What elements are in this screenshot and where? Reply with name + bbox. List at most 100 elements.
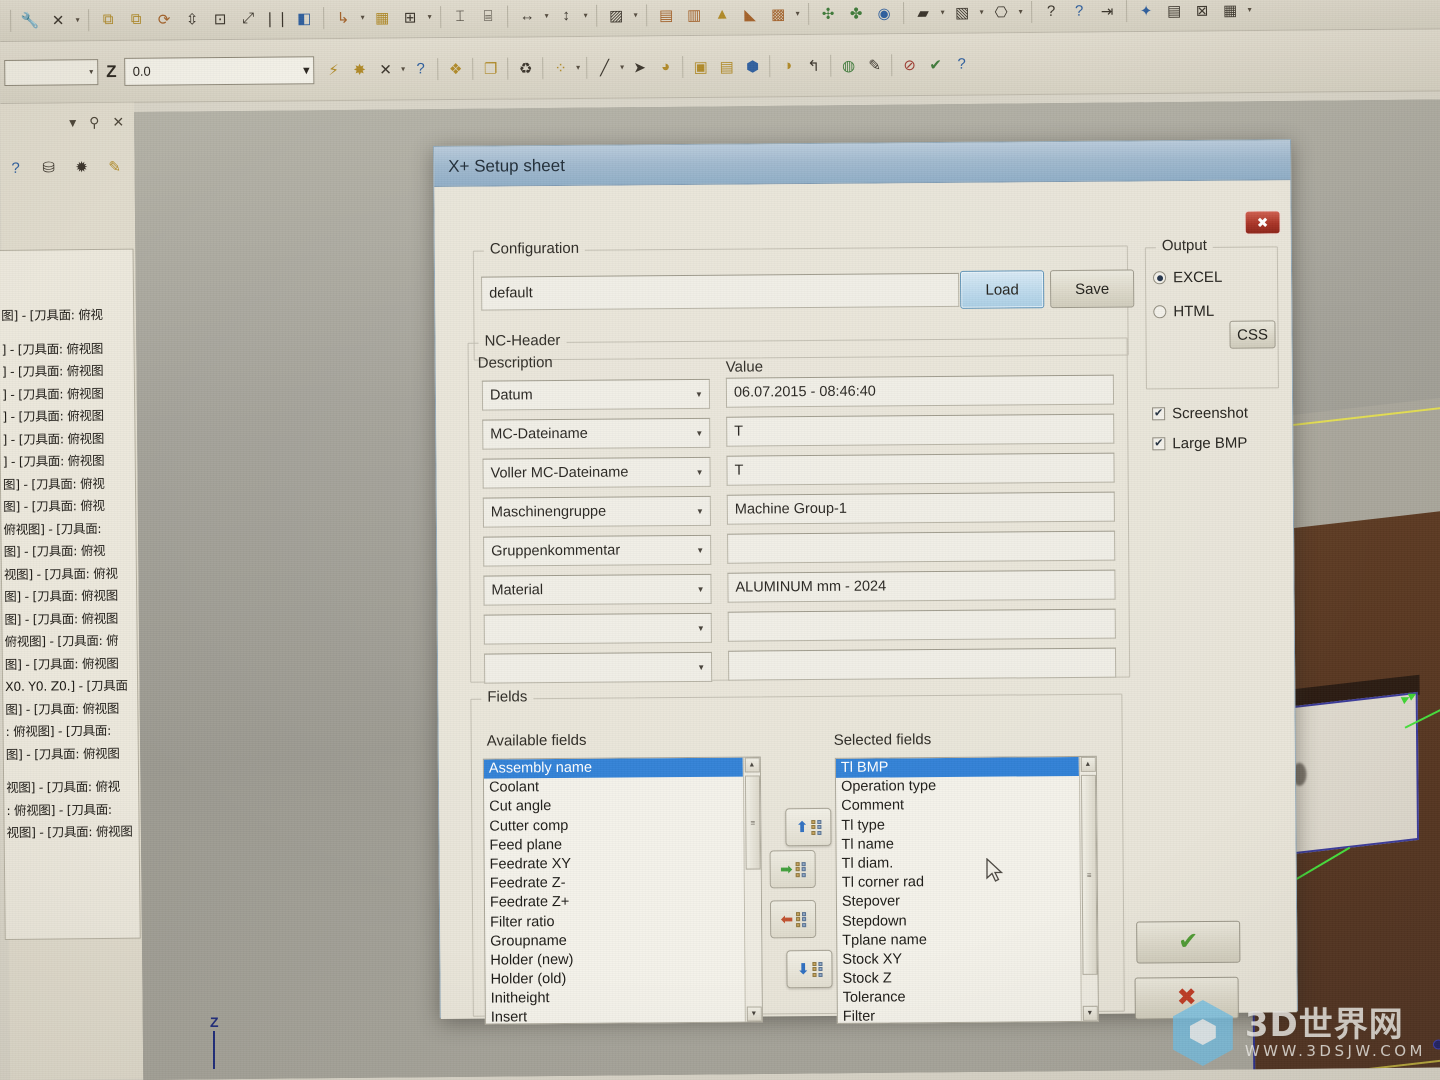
solid-boolean-icon[interactable]: ◑ [775, 53, 801, 79]
selected-field-item[interactable]: Operation type [836, 776, 1079, 797]
setup-sheet-dialog[interactable]: X+ Setup sheet ✖ Configuration default L… [433, 139, 1298, 1025]
selected-fields-scrollbar[interactable]: ▲ ≡ ▼ [1078, 756, 1098, 1021]
transform-translate-icon[interactable]: ⧉ [95, 6, 121, 32]
select-all-icon[interactable]: ❖ [443, 55, 469, 81]
selected-field-item[interactable]: Filter [838, 1006, 1081, 1023]
available-field-item[interactable]: Feedrate Z+ [485, 892, 744, 913]
solid-check-icon[interactable]: ◕ [653, 54, 679, 80]
chevron-down-icon[interactable]: ▾ [938, 8, 947, 17]
available-field-item[interactable]: Cutter comp [484, 815, 743, 836]
available-fields-scrollbar[interactable]: ▲ ≡ ▼ [742, 757, 762, 1022]
tree-item[interactable]: 图] - [刀具面: 俯视图 [2, 607, 136, 631]
selected-field-item[interactable]: Stock XY [837, 949, 1080, 970]
toolpath-operations-tree[interactable]: 图] - [刀具面: 俯视] - [刀具面: 俯视图] - [刀具面: 俯视图]… [0, 248, 141, 940]
edit-note-icon[interactable]: ✎ [862, 52, 888, 78]
selected-fields-items[interactable]: Tl BMP Operation type Comment Tl type Tl nam… [835, 756, 1081, 1023]
chevron-down-icon[interactable]: ▼ [696, 467, 704, 476]
clear-selection-icon[interactable]: ✕ [373, 56, 399, 82]
chevron-down-icon[interactable]: ▼ [695, 389, 703, 398]
question-mark-icon[interactable]: ? [1038, 0, 1064, 24]
stop-icon[interactable]: ⊘ [897, 51, 923, 77]
quick-mask-icon[interactable]: ⚡ [321, 56, 347, 82]
available-field-item[interactable]: Feedrate XY [485, 854, 744, 875]
chevron-down-icon[interactable]: ▾ [1016, 7, 1025, 16]
tree-item[interactable]: 视图] - [刀具面: 俯视图 [5, 821, 139, 845]
post-process-icon[interactable]: ✹ [69, 154, 95, 180]
analyze-icon[interactable]: ✦ [1133, 0, 1159, 24]
chevron-down-icon[interactable]: ▼ [695, 428, 703, 437]
chevron-down-icon[interactable]: ▾ [574, 63, 583, 72]
nc-header-value-input[interactable] [727, 647, 1117, 681]
tree-item[interactable]: 图] - [刀具面: 俯视 [2, 540, 136, 564]
radio-output-excel[interactable]: EXCEL [1153, 269, 1222, 287]
refresh-icon[interactable]: ♻ [513, 55, 539, 81]
checkbox-icon-checked[interactable]: ✔ [1152, 407, 1166, 421]
scroll-down-icon[interactable]: ▼ [746, 1006, 762, 1022]
confirm-icon[interactable]: ✔ [923, 51, 949, 77]
mirror-icon[interactable]: ⇳ [179, 6, 205, 32]
selected-field-item[interactable]: Tolerance [838, 987, 1081, 1008]
tree-item[interactable]: X0. Y0. Z0.] - [刀具面 [3, 675, 137, 699]
tree-item[interactable]: 视图] - [刀具面: 俯视 [2, 562, 136, 586]
nc-header-value-input[interactable]: T [726, 413, 1115, 447]
toolpath-pocket-icon[interactable]: ◣ [737, 1, 763, 27]
available-field-item[interactable]: Assembly name [483, 757, 743, 779]
stock-icon[interactable]: ▰ [910, 0, 936, 26]
toolpath-contour-icon[interactable]: ▥ [681, 1, 707, 27]
hatch-icon[interactable]: ▨ [603, 2, 629, 28]
select-duplicate-icon[interactable]: ❐ [478, 55, 504, 81]
scale-icon[interactable]: ⊡ [207, 5, 233, 31]
selected-field-item[interactable]: Stock Z [837, 968, 1080, 989]
available-field-item[interactable]: Coolant [484, 777, 743, 798]
tree-item[interactable]: 图] - [刀具面: 俯视图 [3, 652, 137, 676]
attribute-icon[interactable]: ⌸ [475, 3, 501, 29]
chevron-down-icon[interactable]: ▾ [399, 64, 408, 73]
selected-field-item[interactable]: Tplane name [837, 930, 1080, 951]
chevron-down-icon[interactable]: ▾ [618, 63, 627, 72]
available-field-item[interactable]: Cut angle [484, 796, 743, 817]
add-field-button[interactable]: ➡ [769, 850, 816, 889]
scrollbar-thumb[interactable]: ≡ [1080, 774, 1098, 975]
chevron-down-icon[interactable]: ▾ [542, 11, 551, 20]
tree-item[interactable]: : 俯视图] - [刀具面: [3, 720, 137, 744]
toolpath-group-icon[interactable]: ⛁ [36, 154, 62, 180]
selected-field-item[interactable]: Stepover [837, 891, 1080, 912]
available-field-item[interactable]: Filter ratio [485, 911, 744, 932]
toolpath-drill-icon[interactable]: ▲ [709, 1, 735, 27]
solid-box-icon[interactable]: ▣ [688, 53, 714, 79]
tree-item[interactable]: 俯视图] - [刀具面: [1, 517, 135, 541]
radio-icon-empty[interactable] [1153, 305, 1167, 319]
tree-item[interactable]: ] - [刀具面: 俯视图 [0, 427, 134, 451]
save-button[interactable]: Save [1049, 269, 1135, 309]
nc-header-description-combo[interactable]: Voller MC-Dateiname ▼ [482, 456, 711, 489]
tree-item[interactable]: 图] - [刀具面: 俯视 [1, 472, 135, 496]
available-field-item[interactable]: Initheight [486, 988, 745, 1009]
tree-item[interactable]: ] - [刀具面: 俯视图 [1, 450, 135, 474]
chevron-down-icon[interactable]: ▾ [358, 13, 367, 22]
wrench-icon[interactable]: 🔧 [17, 7, 43, 33]
chevron-down-icon[interactable]: ▾ [793, 9, 802, 18]
multiaxis-alt-icon[interactable]: ✤ [843, 0, 869, 26]
tree-item[interactable]: 图] - [刀具面: 俯视图 [4, 742, 138, 766]
rotate-icon[interactable]: ⟳ [151, 6, 177, 32]
pointer-icon[interactable]: ➤ [627, 54, 653, 80]
chevron-down-icon[interactable]: ▾ [977, 7, 986, 16]
offset-icon[interactable]: ⤢ [235, 5, 261, 31]
nc-header-description-combo[interactable]: Gruppenkommentar ▼ [483, 534, 712, 567]
two-panel-icon[interactable]: ❘❘ [263, 5, 289, 31]
chevron-down-icon[interactable]: ▾ [425, 12, 434, 21]
available-field-item[interactable]: Groupname [485, 930, 744, 951]
chevron-down-icon[interactable]: ▾ [631, 10, 640, 19]
dot-pattern-icon[interactable]: ⁘ [548, 54, 574, 80]
solid-sphere-icon[interactable]: ⬢ [740, 53, 766, 79]
available-field-item[interactable]: Holder (new) [485, 949, 744, 970]
nc-header-description-combo[interactable]: ▼ [483, 612, 712, 645]
line-icon[interactable]: ╱ [592, 54, 618, 80]
solid-extrude-icon[interactable]: ▤ [714, 53, 740, 79]
tree-item[interactable]: 图] - [刀具面: 俯视图 [3, 697, 137, 721]
nc-header-value-input[interactable]: T [726, 452, 1115, 486]
toolpath-face-icon[interactable]: ▤ [653, 2, 679, 28]
wireframe-sphere-icon[interactable]: ◉ [871, 0, 897, 26]
nc-header-description-combo[interactable]: MC-Dateiname ▼ [482, 417, 711, 450]
chevron-down-icon[interactable]: ▾ [1245, 5, 1254, 14]
